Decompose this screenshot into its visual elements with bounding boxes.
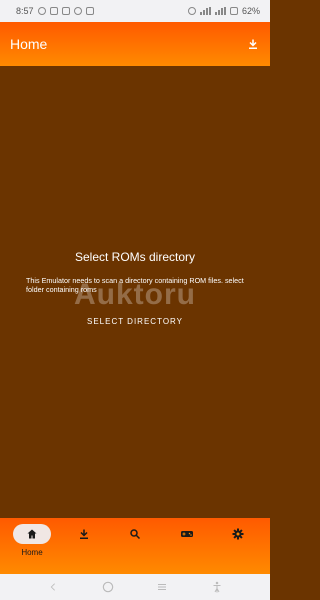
nav-item-downloads[interactable] [60, 524, 108, 544]
prompt-body: This Emulator needs to scan a directory … [26, 276, 244, 294]
status-right: 62% [187, 6, 260, 16]
download-icon[interactable] [246, 37, 260, 51]
nav-pill [65, 524, 103, 544]
download-icon [249, 39, 257, 49]
status-left: 8:57 [16, 6, 94, 16]
gamepad-icon [180, 531, 193, 537]
notification-icon [61, 7, 70, 15]
download-icon [79, 529, 88, 539]
gear-icon [232, 528, 244, 540]
signal-icon [199, 7, 211, 15]
back-button[interactable] [45, 579, 61, 595]
nav-pill [168, 524, 206, 544]
search-icon [130, 529, 141, 540]
status-time: 8:57 [16, 6, 34, 16]
bottom-nav: Home [0, 518, 270, 574]
nav-label-home: Home [21, 548, 43, 557]
accessibility-button[interactable] [209, 579, 225, 595]
app-bar: Home [0, 22, 270, 66]
battery-icon [229, 7, 238, 15]
nav-pill [116, 524, 154, 544]
menu-icon [158, 584, 167, 590]
main-content: Select ROMs directory This Emulator need… [0, 66, 270, 518]
prompt-title: Select ROMs directory [74, 250, 196, 264]
notification-icon [73, 7, 82, 15]
battery-level: 62% [241, 6, 260, 16]
nav-item-home[interactable]: Home [8, 524, 56, 557]
circle-icon [102, 581, 113, 593]
recents-button[interactable] [154, 579, 170, 595]
notification-icon [49, 7, 58, 15]
page-title: Home [10, 36, 48, 52]
back-icon [50, 583, 56, 591]
accessibility-icon [213, 581, 221, 593]
nav-pill [13, 524, 51, 544]
notification-icon [85, 7, 94, 15]
status-bar: 8:57 62% [0, 0, 270, 22]
nav-item-settings[interactable] [214, 524, 262, 544]
nav-item-games[interactable] [163, 524, 211, 544]
alarm-icon [187, 7, 196, 15]
nav-pill [219, 524, 257, 544]
signal-icon [214, 7, 226, 15]
select-directory-button[interactable]: SELECT DIRECTORY [85, 314, 185, 328]
notification-icon [37, 7, 46, 15]
nav-item-search[interactable] [111, 524, 159, 544]
system-nav [0, 574, 270, 600]
home-icon [27, 529, 37, 539]
home-button[interactable] [100, 579, 116, 595]
